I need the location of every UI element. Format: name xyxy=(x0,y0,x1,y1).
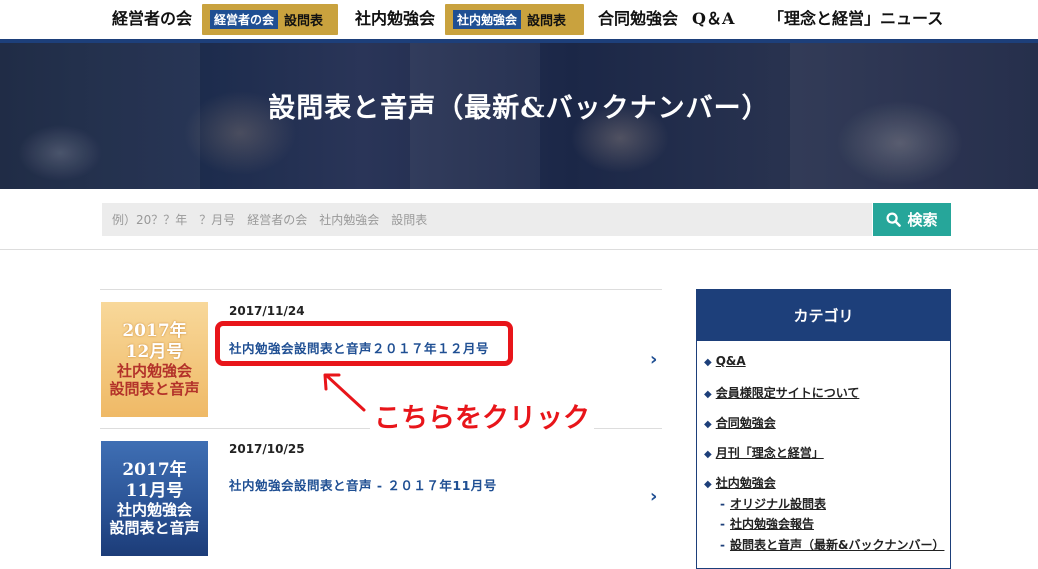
post-thumbnail[interactable]: 2017年 11月号 社内勉強会 設問表と音声 xyxy=(101,441,208,556)
thumb-line2: 設問表と音声 xyxy=(109,379,200,398)
search-button-label: 検索 xyxy=(907,211,938,229)
sidebar-item-qa[interactable]: ◆ Q&A xyxy=(704,354,746,368)
diamond-icon: ◆ xyxy=(704,479,712,490)
diamond-icon: ◆ xyxy=(704,357,712,368)
chevron-right-icon[interactable]: › xyxy=(650,486,657,507)
top-nav: 経営者の会 経営者の会 設問表 社内勉強会 社内勉強会 設問表 合同勉強会 Q＆… xyxy=(0,0,1038,40)
section-divider xyxy=(0,249,1038,250)
post-date: 2017/10/25 xyxy=(229,442,305,456)
sidebar-subitem-label: オリジナル設問表 xyxy=(729,497,826,511)
category-sidebar: カテゴリ ◆ Q&A ◆ 会員様限定サイトについて ◆ 合同勉強会 ◆ 月刊「理念と経営… xyxy=(696,289,951,569)
nav-tag: 経営者の会 xyxy=(210,10,279,29)
sidebar-item-monthly[interactable]: ◆ 月刊「理念と経営」 xyxy=(704,444,824,461)
sidebar-item-label: Q&A xyxy=(715,354,746,368)
nav-news[interactable]: 「理念と経営」ニュース xyxy=(768,0,943,38)
post-title-link[interactable]: 社内勉強会設問表と音声 - ２０１７年11月号 xyxy=(229,475,497,494)
chevron-right-icon[interactable]: › xyxy=(650,349,657,370)
sidebar-title: カテゴリ xyxy=(697,290,950,341)
post-thumbnail[interactable]: 2017年 12月号 社内勉強会 設問表と音声 xyxy=(101,302,208,417)
sidebar-subitem-report[interactable]: - 社内勉強会報告 xyxy=(720,515,814,532)
sidebar-subitem-audio[interactable]: - 設問表と音声（最新&バックナンバー） xyxy=(720,536,944,553)
annotation-text: こちらをクリック xyxy=(370,396,594,435)
thumb-line1: 社内勉強会 xyxy=(116,361,192,380)
highlight-box xyxy=(215,321,513,366)
post-item[interactable]: 2017年 11月号 社内勉強会 設問表と音声 2017/10/25 社内勉強会… xyxy=(100,428,662,568)
sidebar-item-label: 社内勉強会 xyxy=(715,476,776,490)
dash-icon: - xyxy=(720,497,725,511)
sidebar-item-label: 会員様限定サイトについて xyxy=(715,386,860,400)
search-bar xyxy=(102,203,872,236)
sidebar-item-godo[interactable]: ◆ 合同勉強会 xyxy=(704,414,776,431)
sidebar-subitem-label: 社内勉強会報告 xyxy=(729,517,814,531)
thumb-line2: 設問表と音声 xyxy=(109,518,200,537)
search-input[interactable] xyxy=(102,203,872,236)
hero-banner: 設問表と音声（最新&バックナンバー） xyxy=(0,43,1038,189)
thumb-line1: 社内勉強会 xyxy=(116,500,192,519)
sidebar-item-shanai[interactable]: ◆ 社内勉強会 xyxy=(704,474,776,491)
sidebar-item-label: 合同勉強会 xyxy=(715,416,776,430)
search-icon xyxy=(886,212,902,227)
diamond-icon: ◆ xyxy=(704,419,712,430)
sidebar-item-label: 月刊「理念と経営」 xyxy=(715,446,824,460)
post-date: 2017/11/24 xyxy=(229,304,305,318)
sidebar-subitem-label: 設問表と音声（最新&バックナンバー） xyxy=(729,538,945,552)
nav-keieisha-setsumon[interactable]: 経営者の会 設問表 xyxy=(202,4,338,35)
sidebar-item-members[interactable]: ◆ 会員様限定サイトについて xyxy=(704,384,859,401)
nav-keieisha[interactable]: 経営者の会 xyxy=(112,0,192,38)
post-divider xyxy=(100,289,662,290)
thumb-month: 11月号 xyxy=(125,480,184,501)
annotation-arrow-icon xyxy=(323,373,366,412)
thumb-year: 2017年 xyxy=(122,460,187,481)
nav-godo[interactable]: 合同勉強会 xyxy=(598,0,678,38)
thumb-month: 12月号 xyxy=(125,341,184,362)
nav-label: 設問表 xyxy=(527,14,567,29)
sidebar-subitem-original[interactable]: - オリジナル設問表 xyxy=(720,495,826,512)
diamond-icon: ◆ xyxy=(704,389,712,400)
nav-tag: 社内勉強会 xyxy=(453,10,522,29)
nav-label: 設問表 xyxy=(284,14,324,29)
page-title: 設問表と音声（最新&バックナンバー） xyxy=(268,93,770,124)
dash-icon: - xyxy=(720,517,725,531)
search-button[interactable]: 検索 xyxy=(873,203,951,236)
nav-shanai[interactable]: 社内勉強会 xyxy=(355,0,435,38)
nav-shanai-setsumon[interactable]: 社内勉強会 設問表 xyxy=(445,4,584,35)
nav-qa[interactable]: Q＆A xyxy=(692,0,734,38)
diamond-icon: ◆ xyxy=(704,449,712,460)
thumb-year: 2017年 xyxy=(122,321,187,342)
dash-icon: - xyxy=(720,538,725,552)
